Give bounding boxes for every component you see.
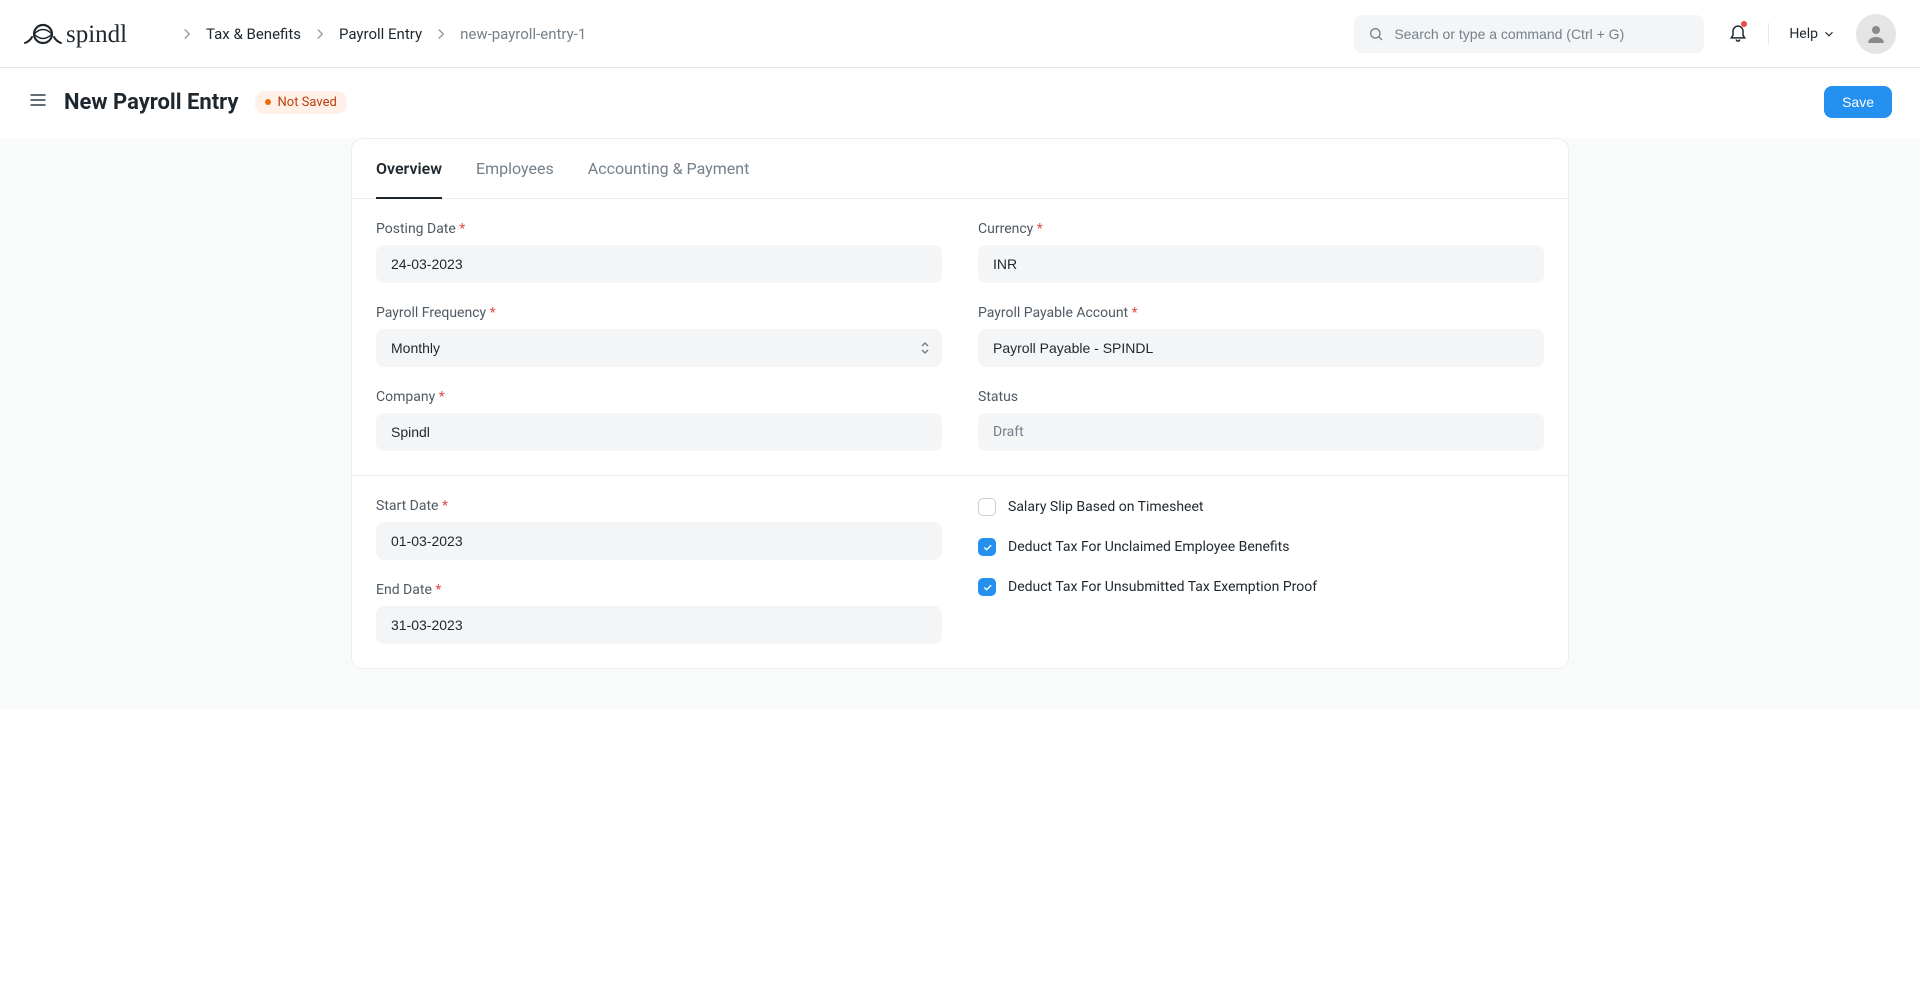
checkbox-deduct-benefits-label: Deduct Tax For Unclaimed Employee Benefi…: [1008, 539, 1289, 555]
label-start-date: Start Date *: [376, 498, 942, 514]
end-date-input[interactable]: [376, 606, 942, 644]
notification-dot: [1741, 21, 1747, 27]
help-label: Help: [1789, 26, 1818, 42]
spindl-logo-icon: spindl: [24, 17, 164, 51]
checkbox-deduct-exemption[interactable]: [978, 578, 996, 596]
checkbox-deduct-benefits[interactable]: [978, 538, 996, 556]
payroll-frequency-select[interactable]: [376, 329, 942, 367]
breadcrumb-current: new-payroll-entry-1: [454, 25, 592, 43]
tab-employees[interactable]: Employees: [476, 139, 554, 198]
chevron-right-icon: [432, 25, 450, 43]
start-date-input[interactable]: [376, 522, 942, 560]
label-company: Company *: [376, 389, 942, 405]
search-input[interactable]: [1394, 26, 1690, 42]
breadcrumb-tax-benefits[interactable]: Tax & Benefits: [200, 25, 307, 43]
help-menu[interactable]: Help: [1789, 26, 1836, 42]
page-header: New Payroll Entry Not Saved Save: [0, 68, 1920, 138]
divider: [1768, 23, 1769, 45]
status-text: Not Saved: [278, 95, 337, 110]
tab-accounting-payment[interactable]: Accounting & Payment: [588, 139, 750, 198]
user-avatar[interactable]: [1856, 14, 1896, 54]
section-basic: Posting Date * Payroll Frequency *: [352, 199, 1568, 475]
svg-text:spindl: spindl: [66, 21, 127, 48]
posting-date-input[interactable]: [376, 245, 942, 283]
breadcrumb-payroll-entry[interactable]: Payroll Entry: [333, 25, 428, 43]
navbar: spindl Tax & Benefits Payroll Entry new-…: [0, 0, 1920, 68]
checkbox-timesheet-label: Salary Slip Based on Timesheet: [1008, 499, 1203, 515]
chevron-right-icon: [178, 25, 196, 43]
logo[interactable]: spindl: [24, 17, 164, 51]
check-icon: [982, 542, 993, 553]
check-icon: [982, 582, 993, 593]
tabs: Overview Employees Accounting & Payment: [352, 139, 1568, 199]
notifications-button[interactable]: [1728, 22, 1748, 46]
sidebar-toggle[interactable]: [28, 90, 48, 114]
form-container: Overview Employees Accounting & Payment …: [0, 138, 1920, 709]
save-button[interactable]: Save: [1824, 86, 1892, 118]
form-card: Overview Employees Accounting & Payment …: [351, 138, 1569, 669]
checkbox-deduct-exemption-label: Deduct Tax For Unsubmitted Tax Exemption…: [1008, 579, 1317, 595]
label-payable-account: Payroll Payable Account *: [978, 305, 1544, 321]
page-title: New Payroll Entry: [64, 90, 239, 115]
chevron-down-icon: [1822, 27, 1836, 41]
search-icon: [1368, 26, 1384, 42]
status-dot: [265, 99, 271, 105]
status-value: Draft: [978, 413, 1544, 451]
tab-overview[interactable]: Overview: [376, 139, 442, 198]
currency-input[interactable]: [978, 245, 1544, 283]
save-status-badge: Not Saved: [255, 91, 347, 114]
label-posting-date: Posting Date *: [376, 221, 942, 237]
payable-account-input[interactable]: [978, 329, 1544, 367]
checkbox-timesheet[interactable]: [978, 498, 996, 516]
menu-icon: [28, 90, 48, 110]
search-box[interactable]: [1354, 15, 1704, 53]
company-input[interactable]: [376, 413, 942, 451]
label-currency: Currency *: [978, 221, 1544, 237]
label-payroll-frequency: Payroll Frequency *: [376, 305, 942, 321]
chevron-right-icon: [311, 25, 329, 43]
label-status: Status: [978, 389, 1544, 405]
label-end-date: End Date *: [376, 582, 942, 598]
section-dates: Start Date * End Date * Salary Slip Base…: [352, 475, 1568, 668]
breadcrumbs: Tax & Benefits Payroll Entry new-payroll…: [178, 25, 592, 43]
user-icon: [1864, 22, 1888, 46]
